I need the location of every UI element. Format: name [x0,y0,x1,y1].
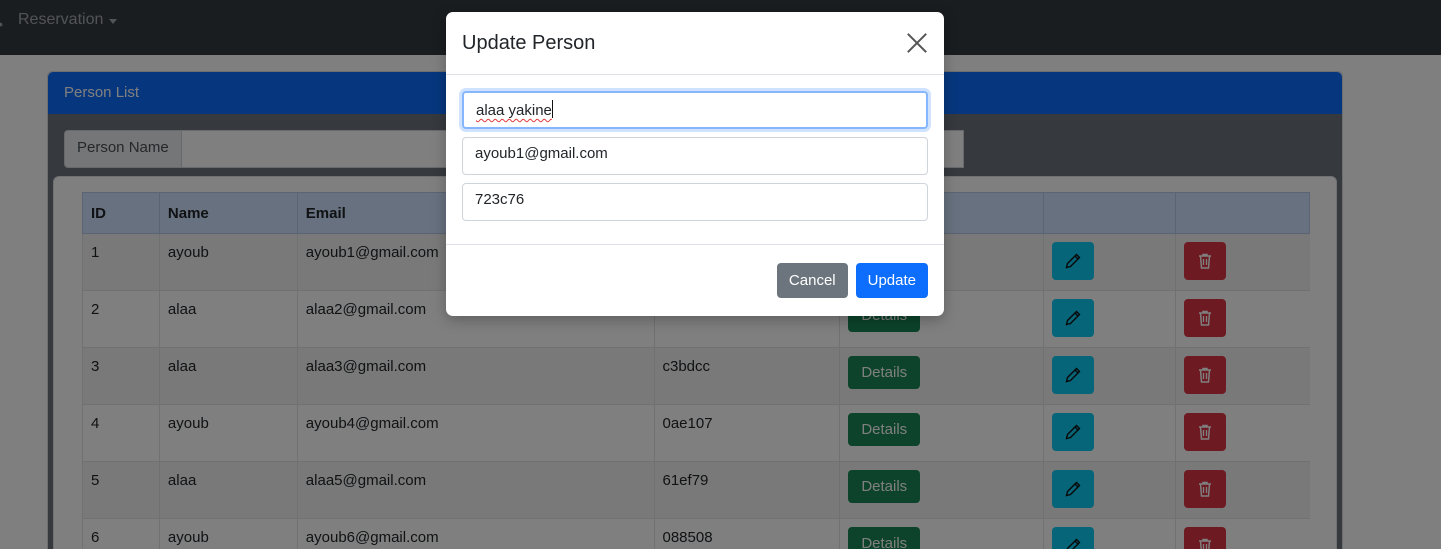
modal-title: Update Person [462,31,596,54]
cancel-button[interactable]: Cancel [776,262,848,298]
text-cursor [551,100,553,118]
close-icon[interactable] [906,32,928,54]
name-value: alaa yakine [476,102,552,119]
name-field[interactable]: alaa yakine [462,91,928,129]
modal-footer: Cancel Update [446,245,944,315]
modal-body: alaa yakine ayoub1@gmail.com 723c76 [446,75,944,245]
update-person-modal: Update Person alaa yakine ayoub1@gmail.c… [446,12,944,316]
code-field[interactable]: 723c76 [462,183,928,221]
update-button[interactable]: Update [855,262,928,298]
email-field[interactable]: ayoub1@gmail.com [462,137,928,175]
modal-header: Update Person [446,12,944,75]
